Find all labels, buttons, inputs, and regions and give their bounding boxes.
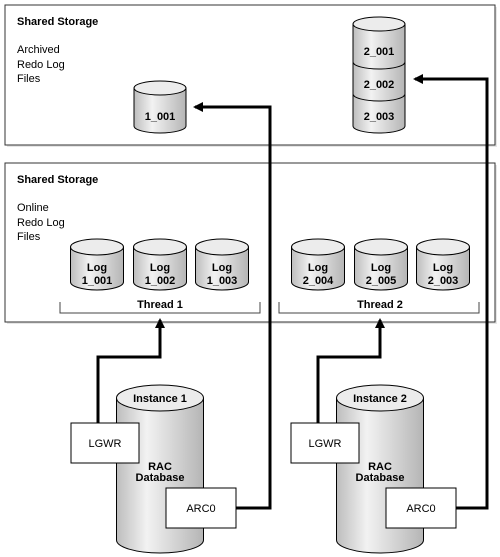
log-label: 2_003 (428, 275, 459, 287)
thread-2-label: Thread 2 (357, 299, 403, 311)
online-log-cylinder: Log1_002 (133, 238, 187, 291)
thread-1-label: Thread 1 (137, 299, 183, 311)
instance-name: Instance 2 (353, 393, 407, 405)
arc0-1-label: ARC0 (186, 503, 215, 515)
archived-label-line: Archived (17, 44, 60, 56)
online-label-line: Redo Log (17, 217, 65, 229)
rac-archiving-diagram: Shared Storage Archived Redo Log Files S… (4, 4, 497, 554)
online-label-line: Online (17, 202, 49, 214)
database-label: Database (356, 472, 405, 484)
archive-stack: 2_001 2_002 2_003 (352, 16, 406, 134)
log-label: 1_003 (207, 275, 238, 287)
log-label: 2_005 (366, 275, 397, 287)
log-label: Log (87, 262, 107, 274)
log-label: Log (150, 262, 170, 274)
log-label: Log (308, 262, 328, 274)
archived-label-line: Redo Log (17, 59, 65, 71)
log-label: 1_002 (145, 275, 176, 287)
archive-label: 2_003 (364, 111, 395, 123)
lgwr-2-label: LGWR (309, 438, 342, 450)
archived-label-line: Files (17, 73, 41, 85)
log-label: 2_004 (303, 275, 334, 287)
archive-label: 2_001 (364, 46, 395, 58)
database-label: Database (136, 472, 185, 484)
online-storage-title: Shared Storage (17, 174, 98, 186)
online-log-cylinder: Log2_003 (416, 238, 470, 291)
online-log-cylinder: Log1_003 (195, 238, 249, 291)
instance-name: Instance 1 (133, 393, 187, 405)
archive-label: 2_002 (364, 79, 395, 91)
archived-storage-title: Shared Storage (17, 16, 98, 28)
online-log-cylinder: Log2_005 (354, 238, 408, 291)
online-log-cylinder: Log2_004 (291, 238, 345, 291)
arc0-2-label: ARC0 (406, 503, 435, 515)
log-label: Log (433, 262, 453, 274)
archive-cylinder (133, 80, 187, 134)
online-log-cylinder: Log1_001 (70, 238, 124, 291)
log-label: Log (371, 262, 391, 274)
log-label: 1_001 (82, 275, 113, 287)
log-label: Log (212, 262, 232, 274)
online-label-line: Files (17, 231, 41, 243)
archive-label: 1_001 (145, 111, 176, 123)
lgwr-1-label: LGWR (89, 438, 122, 450)
